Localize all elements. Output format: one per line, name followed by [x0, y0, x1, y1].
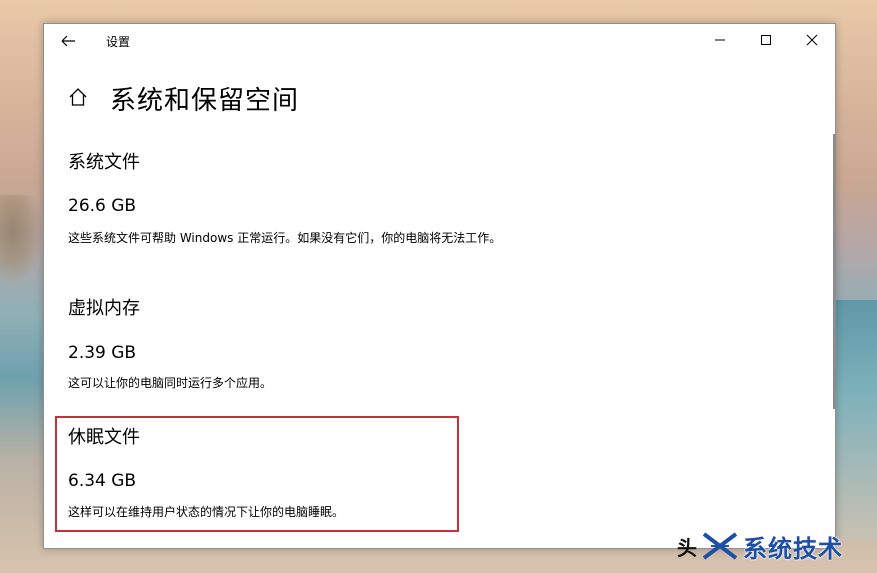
watermark-logo-icon [702, 532, 738, 560]
watermark-prefix: 头 [677, 535, 697, 560]
back-button[interactable] [56, 30, 80, 52]
settings-window: 设置 系统和保留空间 系统文件 26.6 GB 这些系统文件可帮助 Window… [43, 23, 836, 549]
maximize-icon [761, 35, 771, 45]
watermark: 头 系统技术 [677, 528, 843, 564]
maximize-button[interactable] [743, 24, 789, 56]
minimize-button[interactable] [697, 24, 743, 56]
highlight-box [55, 416, 459, 532]
desc-virtual-memory: 这可以让你的电脑同时运行多个应用。 [68, 376, 273, 390]
window-title: 设置 [106, 35, 131, 49]
home-icon[interactable] [67, 86, 89, 108]
minimize-icon [715, 39, 725, 41]
section-title-system-files: 系统文件 [68, 152, 140, 173]
close-icon [806, 34, 818, 46]
desc-system-files: 这些系统文件可帮助 Windows 正常运行。如果没有它们，你的电脑将无法工作。 [68, 231, 502, 245]
page-title: 系统和保留空间 [110, 86, 300, 116]
wallpaper-palm [0, 195, 44, 285]
section-title-virtual-memory: 虚拟内存 [68, 298, 140, 319]
wallpaper-sea [835, 300, 877, 540]
title-bar: 设置 [44, 24, 835, 58]
close-button[interactable] [789, 24, 835, 56]
back-arrow-icon [61, 35, 75, 47]
scrollbar[interactable] [833, 134, 835, 409]
size-system-files: 26.6 GB [68, 196, 137, 216]
size-virtual-memory: 2.39 GB [68, 343, 137, 363]
watermark-text: 系统技术 [743, 534, 843, 563]
